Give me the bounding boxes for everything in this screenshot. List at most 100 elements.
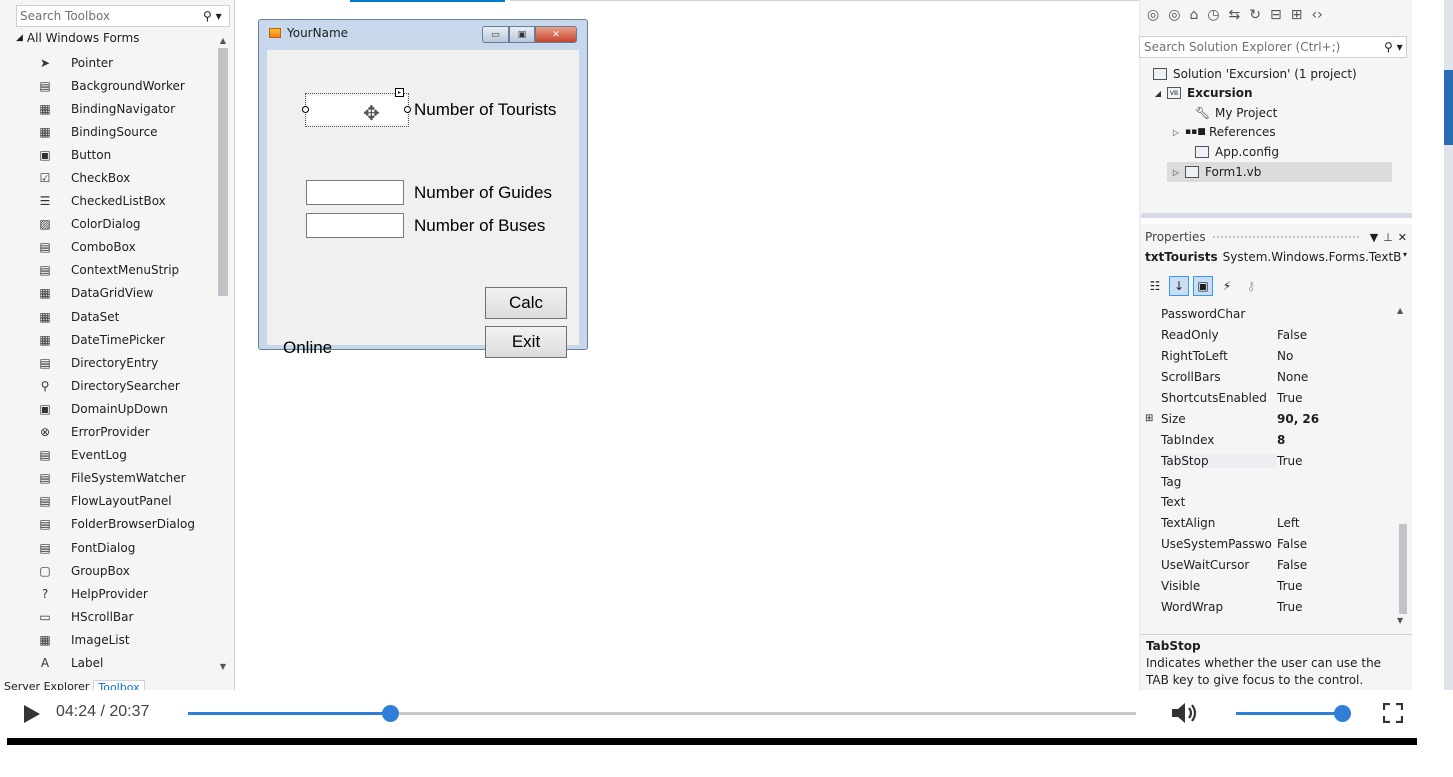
home-icon[interactable]: ⌂ bbox=[1189, 7, 1198, 23]
properties-icon[interactable]: ▣ bbox=[1193, 276, 1213, 296]
tree-node-solution[interactable]: Solution 'Excursion' (1 project) bbox=[1153, 64, 1357, 84]
search-icon[interactable]: ⚲ ▾ bbox=[203, 9, 229, 23]
buses-textbox[interactable] bbox=[306, 213, 404, 238]
calc-button[interactable]: Calc bbox=[485, 287, 567, 319]
toolbox-item[interactable]: ▦ BindingNavigator bbox=[35, 97, 215, 120]
toolbox-item[interactable]: ☰ CheckedListBox bbox=[35, 190, 215, 213]
toolbox-item[interactable]: ? HelpProvider bbox=[35, 582, 215, 605]
tab-toolbox[interactable]: Toolbox bbox=[93, 680, 145, 690]
back-icon[interactable]: ◎ bbox=[1147, 7, 1159, 23]
toolbox-item[interactable]: ▤ FolderBrowserDialog bbox=[35, 513, 215, 536]
toolbox-search-input[interactable]: Search Toolbox bbox=[20, 9, 203, 23]
toolbox-item[interactable]: ▦ DataGridView bbox=[35, 282, 215, 305]
property-row[interactable]: TabIndex 8 bbox=[1145, 429, 1397, 450]
properties-scrollbar[interactable]: ▲ ▼ bbox=[1397, 306, 1409, 628]
toolbox-item[interactable]: ⚲ DirectorySearcher bbox=[35, 374, 215, 397]
refresh-icon[interactable]: ↻ bbox=[1249, 7, 1261, 23]
toolbox-item[interactable]: ▤ BackgroundWorker bbox=[35, 74, 215, 97]
toolbox-item[interactable]: ▤ FontDialog bbox=[35, 536, 215, 559]
object-selector[interactable]: txtTourists System.Windows.Forms.TextB ▾ bbox=[1145, 250, 1407, 268]
solution-search-input[interactable]: Search Solution Explorer (Ctrl+;) bbox=[1144, 40, 1384, 54]
property-value[interactable]: False bbox=[1277, 558, 1397, 572]
scroll-up-icon[interactable]: ▲ bbox=[1397, 306, 1403, 315]
resize-handle-left[interactable] bbox=[302, 106, 309, 113]
property-row[interactable]: UseSystemPasswo False bbox=[1145, 534, 1397, 555]
toolbox-item[interactable]: ➤ Pointer bbox=[35, 51, 215, 74]
exit-button[interactable]: Exit bbox=[485, 326, 567, 358]
property-pages-icon[interactable]: ⚷ bbox=[1241, 276, 1261, 296]
toolbox-scroll-thumb[interactable] bbox=[218, 48, 228, 296]
pin-icon[interactable]: ⊥ bbox=[1383, 231, 1393, 244]
property-row[interactable]: ScrollBars None bbox=[1145, 367, 1397, 388]
toolbox-scrollbar[interactable]: ▲ ▼ bbox=[217, 36, 229, 676]
toolbox-item[interactable]: ☑ CheckBox bbox=[35, 166, 215, 189]
property-row[interactable]: PasswordChar bbox=[1145, 304, 1397, 325]
categorized-icon[interactable]: ☷ bbox=[1145, 276, 1165, 296]
maximize-icon[interactable]: ▣ bbox=[509, 26, 535, 43]
sync-icon[interactable]: ⇆ bbox=[1229, 7, 1241, 23]
property-value[interactable]: Left bbox=[1277, 516, 1397, 530]
chevron-down-icon[interactable]: ▾ bbox=[1403, 250, 1407, 268]
property-value[interactable]: False bbox=[1277, 328, 1397, 342]
collapsed-triangle-icon[interactable]: ▷ bbox=[1167, 128, 1185, 137]
toolbox-item[interactable]: ▤ FileSystemWatcher bbox=[35, 467, 215, 490]
collapsed-triangle-icon[interactable]: ▷ bbox=[1167, 168, 1185, 177]
toolbox-item[interactable]: ▤ ComboBox bbox=[35, 236, 215, 259]
search-icon[interactable]: ⚲ ▾ bbox=[1384, 40, 1406, 54]
forward-icon[interactable]: ◎ bbox=[1168, 7, 1180, 23]
scroll-down-icon[interactable]: ▼ bbox=[1397, 616, 1403, 625]
resize-handle-right[interactable] bbox=[404, 106, 411, 113]
expanded-triangle-icon[interactable]: ◢ bbox=[1149, 89, 1167, 98]
collapse-triangle-icon[interactable]: ◢ bbox=[16, 33, 23, 43]
volume-knob[interactable] bbox=[1333, 705, 1351, 722]
dropdown-icon[interactable]: ▼ bbox=[1370, 231, 1378, 244]
property-value[interactable]: True bbox=[1277, 579, 1397, 593]
minimize-icon[interactable]: ▭ bbox=[482, 26, 509, 43]
property-row[interactable]: Tag bbox=[1145, 471, 1397, 492]
scroll-up-icon[interactable]: ▲ bbox=[217, 36, 229, 45]
fullscreen-icon[interactable] bbox=[1383, 703, 1403, 723]
panel-separator[interactable] bbox=[1141, 213, 1412, 218]
grip-dots[interactable] bbox=[1211, 234, 1359, 240]
toolbox-item[interactable]: ▦ DateTimePicker bbox=[35, 328, 215, 351]
toolbox-item[interactable]: ▦ DataSet bbox=[35, 305, 215, 328]
property-row[interactable]: TabStop True bbox=[1145, 450, 1397, 471]
toolbox-search[interactable]: Search Toolbox ⚲ ▾ bbox=[16, 5, 230, 27]
toolbox-item[interactable]: ▤ DirectoryEntry bbox=[35, 351, 215, 374]
property-value[interactable]: None bbox=[1277, 370, 1397, 384]
toolbox-item[interactable]: ▦ BindingSource bbox=[35, 120, 215, 143]
tree-node-my-project[interactable]: 🔧︎ My Project bbox=[1195, 103, 1277, 123]
toolbox-group-header[interactable]: ◢ All Windows Forms bbox=[16, 31, 139, 45]
toolbox-item[interactable]: ▦ ImageList bbox=[35, 628, 215, 651]
properties-scroll-thumb[interactable] bbox=[1399, 524, 1407, 614]
toolbox-item[interactable]: ▣ Button bbox=[35, 143, 215, 166]
property-row[interactable]: WordWrap True bbox=[1145, 596, 1397, 617]
close-icon[interactable]: ✕ bbox=[535, 26, 577, 43]
property-value[interactable]: True bbox=[1277, 600, 1397, 614]
property-row[interactable]: UseWaitCursor False bbox=[1145, 555, 1397, 576]
property-value[interactable]: No bbox=[1277, 349, 1397, 363]
tree-node-form1[interactable]: ▷ Form1.vb bbox=[1167, 162, 1392, 182]
toolbox-item[interactable]: ▤ ContextMenuStrip bbox=[35, 259, 215, 282]
toolbox-item[interactable]: ▨ ColorDialog bbox=[35, 213, 215, 236]
tree-node-references[interactable]: ▷ ▪▪■ References bbox=[1167, 122, 1276, 142]
toolbox-item[interactable]: ⊗ ErrorProvider bbox=[35, 421, 215, 444]
toolbox-item[interactable]: ▢ GroupBox bbox=[35, 559, 215, 582]
toolbox-item[interactable]: A Label bbox=[35, 651, 215, 674]
property-row[interactable]: RightToLeft No bbox=[1145, 346, 1397, 367]
alphabetical-icon[interactable]: ↓ bbox=[1169, 276, 1189, 296]
toolbox-item[interactable]: ▤ FlowLayoutPanel bbox=[35, 490, 215, 513]
volume-icon[interactable] bbox=[1170, 701, 1204, 725]
tree-node-app-config[interactable]: App.config bbox=[1195, 142, 1279, 162]
guides-textbox[interactable] bbox=[306, 180, 404, 205]
property-row[interactable]: ⊞ Size 90, 26 bbox=[1145, 408, 1397, 429]
show-all-files-icon[interactable]: ⊞ bbox=[1291, 7, 1303, 23]
solution-explorer-search[interactable]: Search Solution Explorer (Ctrl+;) ⚲ ▾ bbox=[1139, 36, 1407, 58]
collapse-all-icon[interactable]: ⊟ bbox=[1270, 7, 1282, 23]
toolbox-item[interactable]: ▭ HScrollBar bbox=[35, 605, 215, 628]
smart-tag-icon[interactable]: ▸ bbox=[395, 88, 404, 97]
toolbox-item[interactable]: ▣ DomainUpDown bbox=[35, 397, 215, 420]
scroll-down-icon[interactable]: ▼ bbox=[217, 662, 229, 671]
property-value[interactable]: True bbox=[1277, 391, 1397, 405]
property-row[interactable]: TextAlign Left bbox=[1145, 513, 1397, 534]
